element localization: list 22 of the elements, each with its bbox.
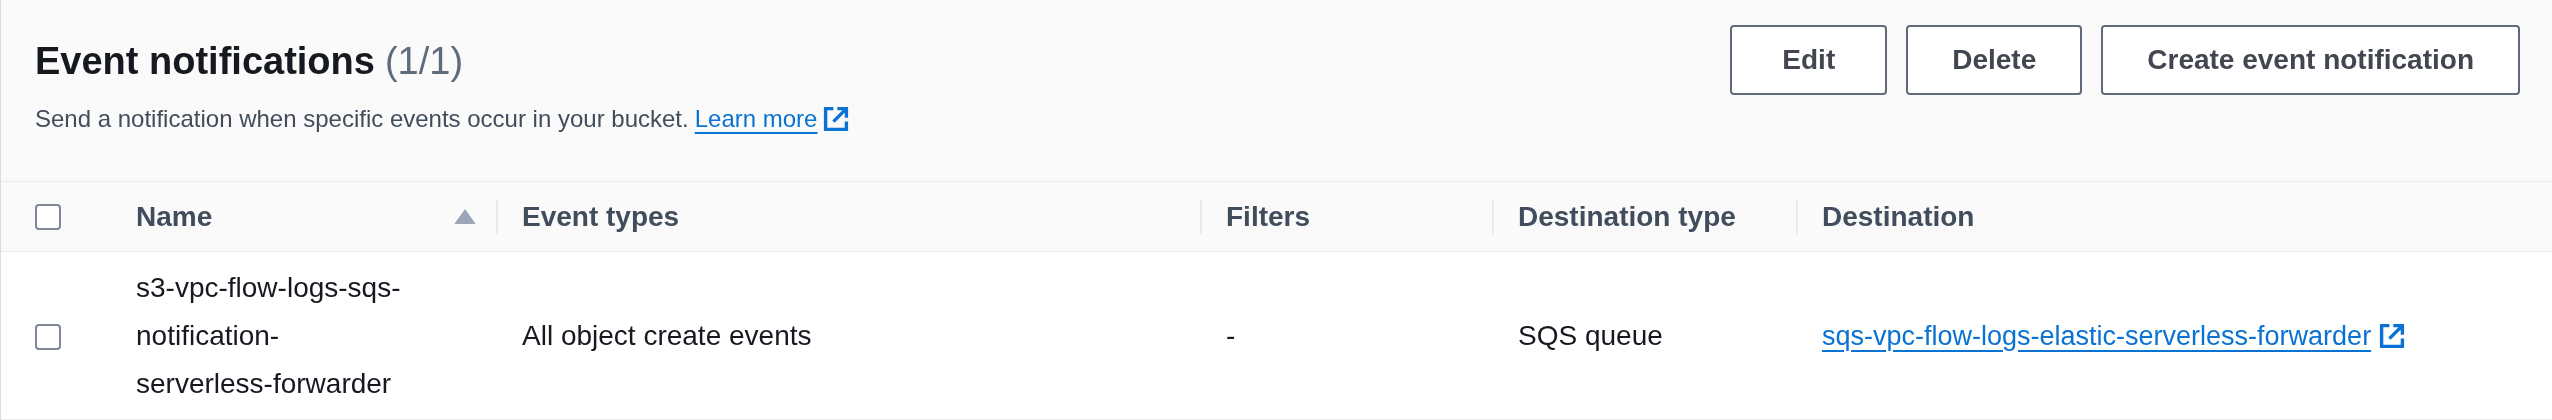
action-button[interactable]: Delete: [1906, 25, 2083, 95]
column-header[interactable]: Destination: [1822, 200, 2530, 233]
action-button[interactable]: Edit: [1730, 25, 1888, 95]
section-title: Event notifications: [35, 40, 375, 83]
section-description: Send a notification when specific events occur in your bucket.: [35, 105, 689, 133]
table-cell: All object create events: [522, 319, 812, 351]
sort-ascending-icon[interactable]: [454, 209, 476, 224]
external-link-icon[interactable]: [2379, 322, 2406, 349]
action-button[interactable]: Create event notification: [2101, 25, 2520, 95]
learn-more-link[interactable]: Learn more: [694, 105, 818, 133]
table-cell-text: s3-vpc-flow-logs-sqs-notification-serverless-forwarder: [136, 270, 402, 401]
column-header[interactable]: Name: [136, 200, 476, 233]
table-cell: SQS queue: [1518, 319, 1663, 351]
item-count: (1/1): [384, 40, 464, 83]
column-header[interactable]: Event types: [522, 200, 1180, 233]
table-cell: -: [1226, 319, 1236, 351]
destination-link[interactable]: sqs-vpc-flow-logs-elastic-serverless-forwarder: [1822, 311, 2372, 360]
column-header[interactable]: Destination type: [1518, 200, 1776, 233]
checkbox[interactable]: [35, 324, 61, 351]
checkbox[interactable]: [35, 203, 61, 230]
column-header[interactable]: Filters: [1226, 200, 1472, 233]
external-link-icon[interactable]: [823, 106, 850, 132]
